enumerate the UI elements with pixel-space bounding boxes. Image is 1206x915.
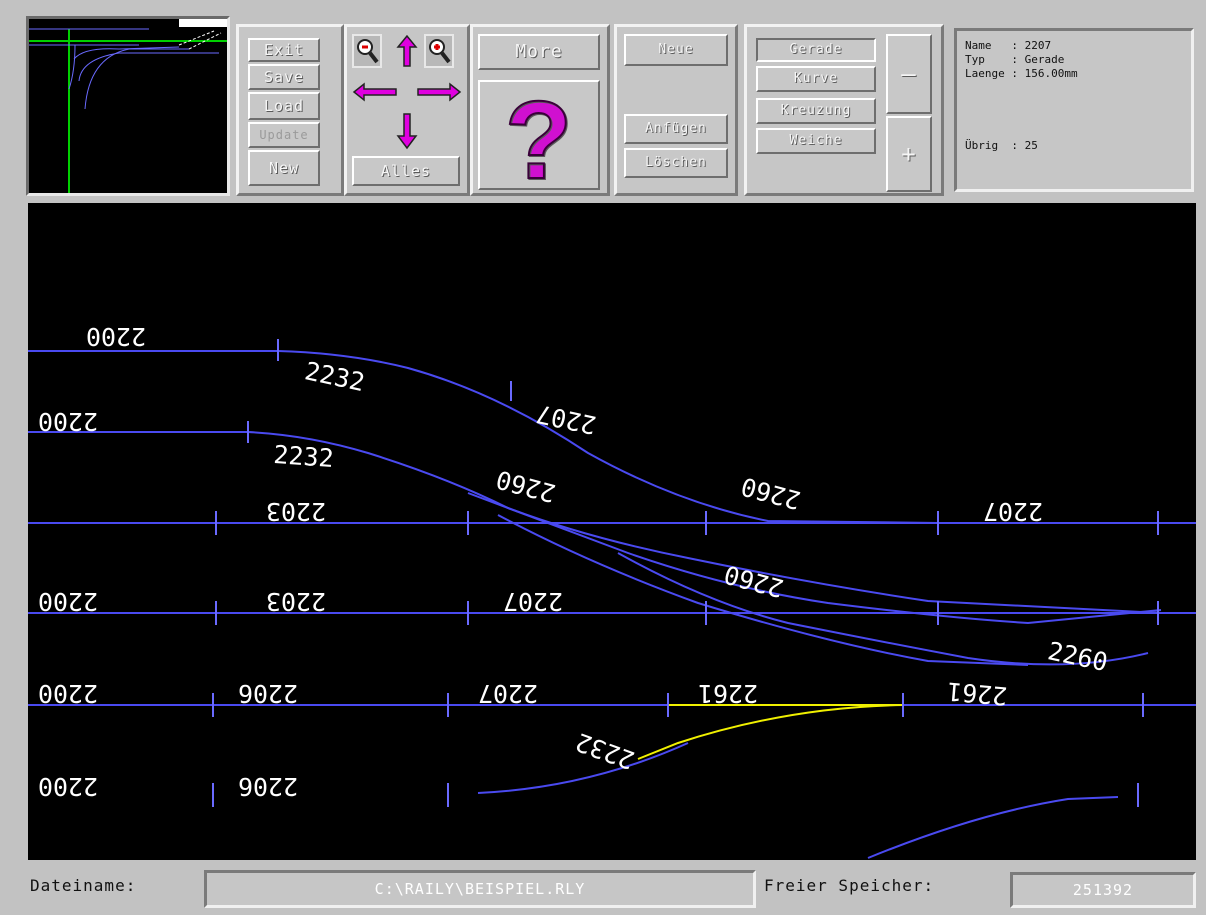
zoom-in-button[interactable]: [424, 34, 454, 68]
track-label: 2232: [273, 440, 335, 473]
show-all-button[interactable]: Alles: [352, 156, 460, 186]
track-label: 2260: [721, 559, 787, 603]
track-label: 2207: [534, 399, 599, 440]
type-kurve-button[interactable]: Kurve: [756, 66, 876, 92]
new-button[interactable]: New: [248, 150, 320, 186]
info-laenge: Laenge : 156.00mm: [965, 67, 1078, 80]
type-kreuzung-button[interactable]: Kreuzung: [756, 98, 876, 124]
track-label: 2207: [983, 497, 1043, 526]
type-weiche-button[interactable]: Weiche: [756, 128, 876, 154]
track-label: 2200: [38, 772, 98, 801]
overview-map[interactable]: [29, 19, 227, 193]
track-label: 2203: [266, 497, 326, 526]
anfuegen-button[interactable]: Anfügen: [624, 114, 728, 144]
track-label: 2206: [238, 679, 298, 708]
status-bar: Dateiname: C:\RAILY\BEISPIEL.RLY Freier …: [24, 866, 1198, 912]
track-label: 2200: [38, 407, 98, 436]
track-label: 2260: [1045, 636, 1110, 677]
svg-text:?: ?: [505, 82, 573, 188]
arrow-up-icon: [396, 34, 418, 67]
arrow-left-icon: [352, 82, 397, 102]
help-button[interactable]: ?: [478, 80, 600, 190]
selected-track[interactable]: [637, 704, 904, 760]
track-label: 2207: [503, 587, 563, 616]
scroll-up-button[interactable]: [394, 34, 420, 68]
track-layout[interactable]: 2200 2200 2232 2207 2232 2203 2260 2260 …: [28, 203, 1196, 860]
update-button[interactable]: Update: [248, 122, 320, 148]
track-labels: 2200 2200 2232 2207 2232 2203 2260 2260 …: [38, 322, 1110, 801]
overview-panel: [26, 16, 230, 196]
track-label: 2206: [238, 772, 298, 801]
decrease-button[interactable]: —: [886, 34, 932, 114]
tracks: [28, 350, 1196, 859]
info-typ: Typ : Gerade: [965, 53, 1065, 66]
scroll-down-button[interactable]: [394, 110, 420, 150]
layout-canvas[interactable]: 2200 2200 2232 2207 2232 2203 2260 2260 …: [28, 203, 1196, 860]
arrow-right-icon: [417, 82, 462, 102]
track-label: 2200: [38, 679, 98, 708]
zoom-out-button[interactable]: [352, 34, 382, 68]
loeschen-button[interactable]: Löschen: [624, 148, 728, 178]
raily-app-window: Exit Save Load Update New Alles More ? N…: [0, 0, 1206, 915]
exit-button[interactable]: Exit: [248, 38, 320, 62]
scroll-left-button[interactable]: [352, 80, 398, 104]
dateiname-field: C:\RAILY\BEISPIEL.RLY: [204, 870, 756, 908]
track-label: 2261: [698, 679, 758, 708]
freier-speicher-label: Freier Speicher:: [764, 876, 935, 895]
track-label: 2207: [478, 679, 538, 708]
track-label: 2261: [946, 676, 1009, 710]
arrow-down-icon: [396, 113, 418, 150]
freier-speicher-field: 251392: [1010, 872, 1196, 908]
increase-button[interactable]: +: [886, 116, 932, 192]
track-label: 2200: [38, 587, 98, 616]
track-label: 2260: [493, 464, 559, 508]
track-label: 2203: [266, 587, 326, 616]
info-name: Name : 2207: [965, 39, 1052, 52]
load-button[interactable]: Load: [248, 92, 320, 120]
question-mark-icon: ?: [504, 82, 573, 188]
track-label: 2232: [572, 727, 639, 775]
type-gerade-button[interactable]: Gerade: [756, 38, 876, 62]
neue-button[interactable]: Neue: [624, 34, 728, 66]
track-label: 2200: [86, 322, 146, 351]
track-info-panel: Name : 2207 Typ : Gerade Laenge : 156.00…: [954, 28, 1194, 192]
more-button[interactable]: More: [478, 34, 600, 70]
track-joints: [212, 339, 1159, 807]
info-uebrig: Übrig : 25: [965, 139, 1038, 152]
scroll-right-button[interactable]: [416, 80, 462, 104]
track-label: 2232: [302, 356, 367, 397]
save-button[interactable]: Save: [248, 64, 320, 90]
dateiname-label: Dateiname:: [30, 876, 137, 895]
track-label: 2260: [738, 471, 804, 515]
magnifier-minus-icon: [357, 39, 379, 64]
magnifier-plus-icon: [429, 39, 451, 64]
